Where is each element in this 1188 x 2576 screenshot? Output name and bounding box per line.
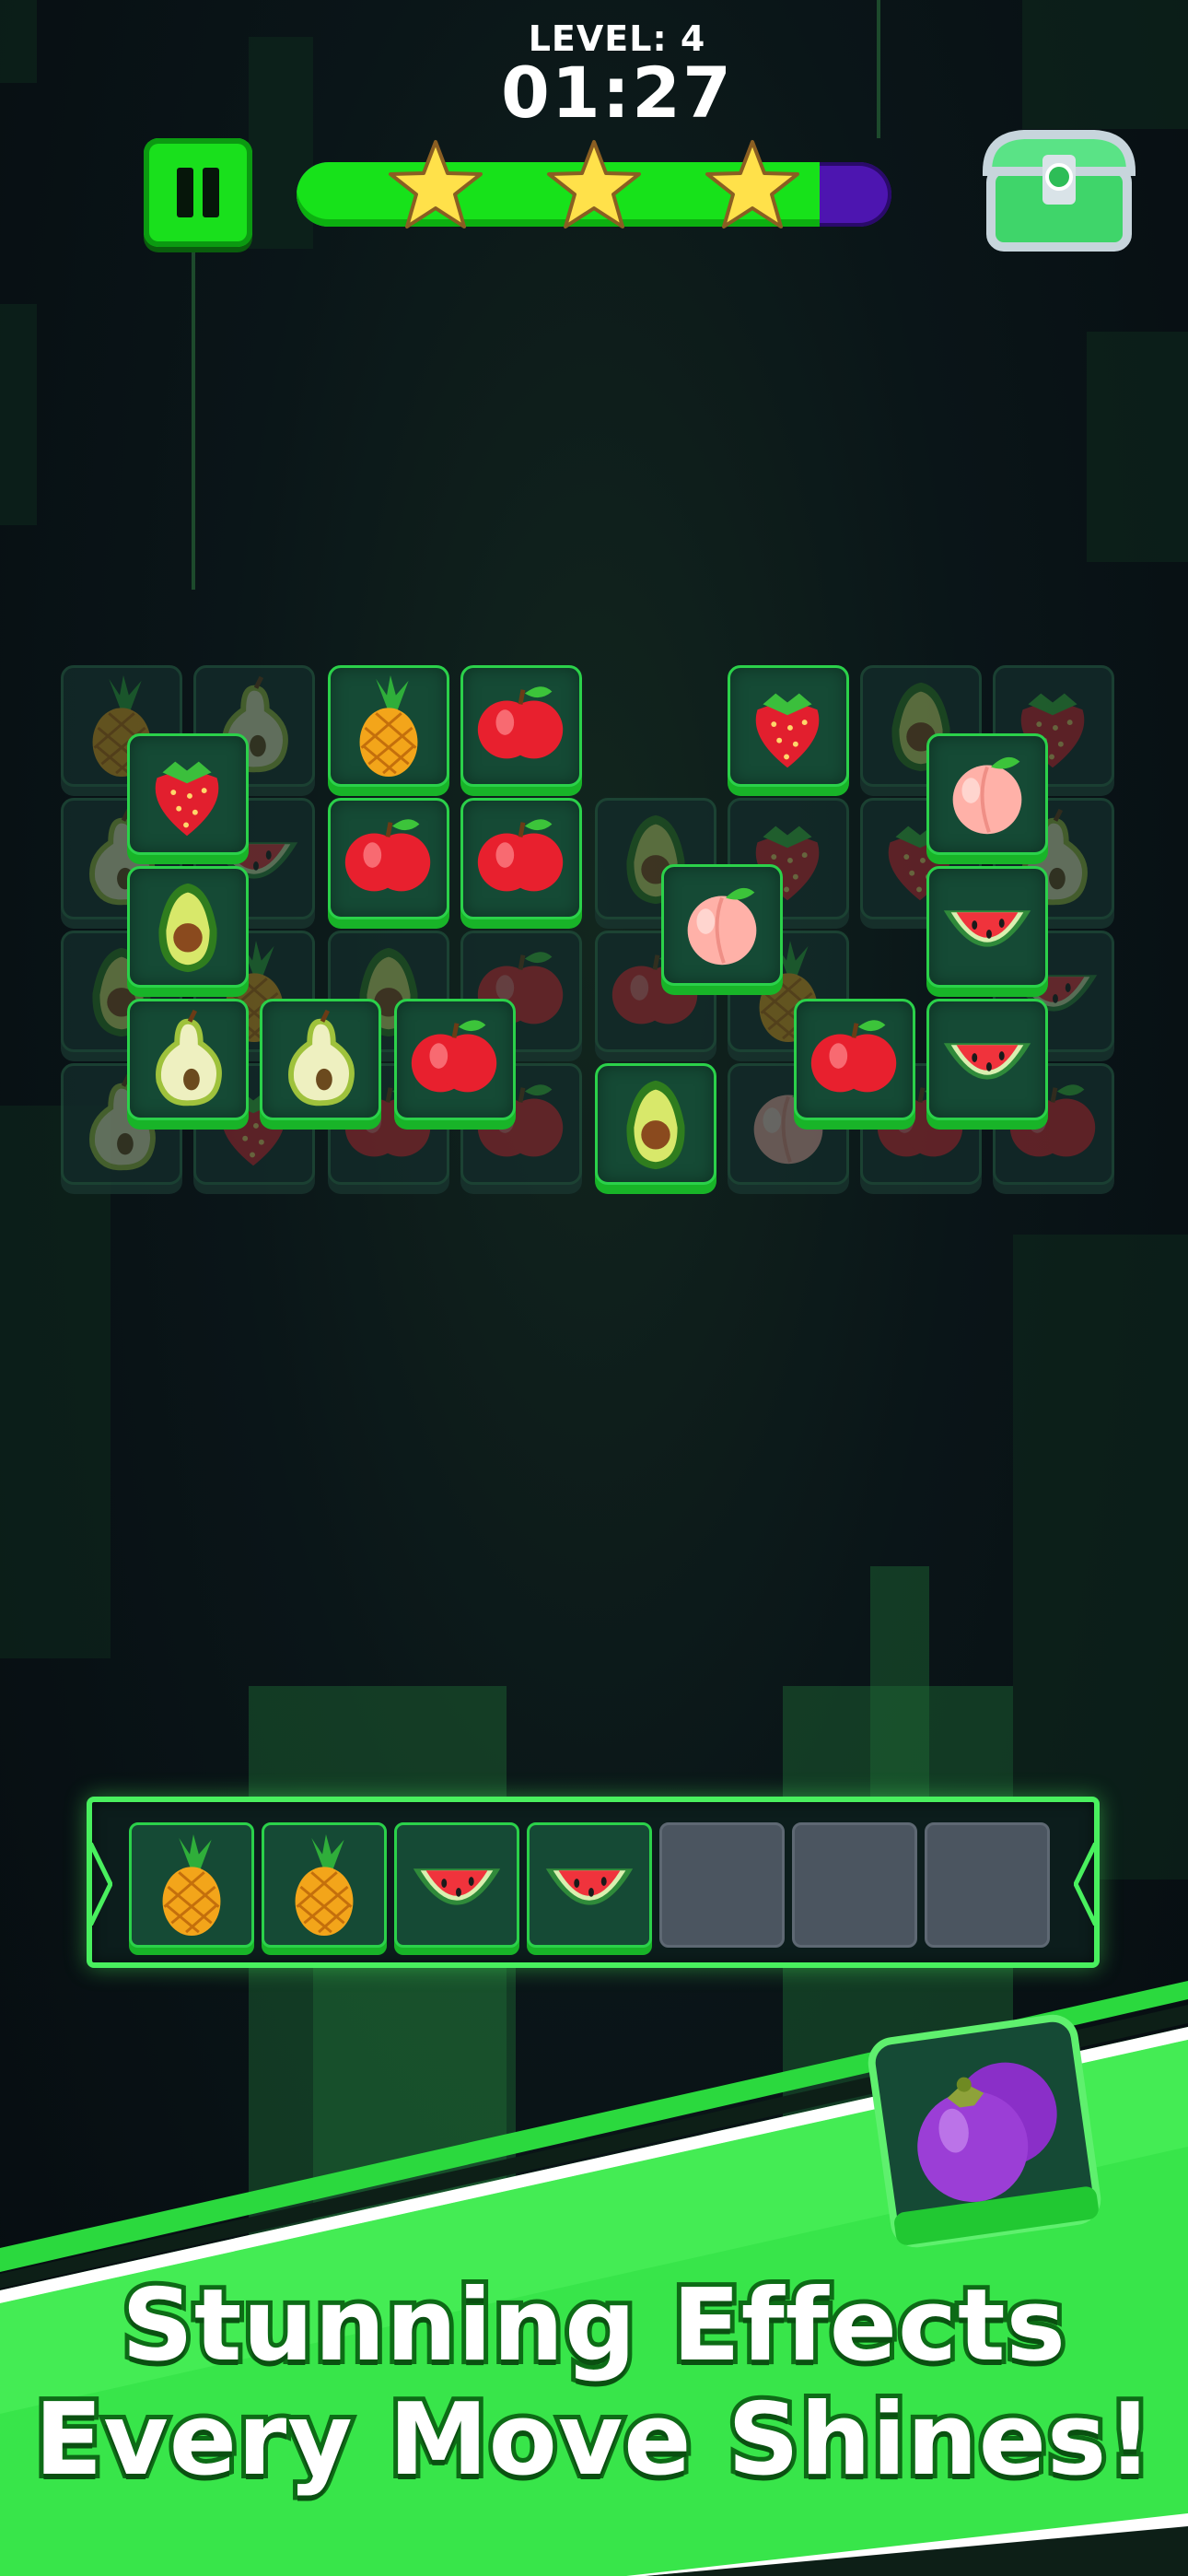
banner-headline-line2: Every Move Shines! <box>30 2378 1158 2502</box>
featured-mangosteen-tile <box>868 2014 1101 2248</box>
banner-headline-line1: Stunning Effects <box>117 2264 1070 2388</box>
